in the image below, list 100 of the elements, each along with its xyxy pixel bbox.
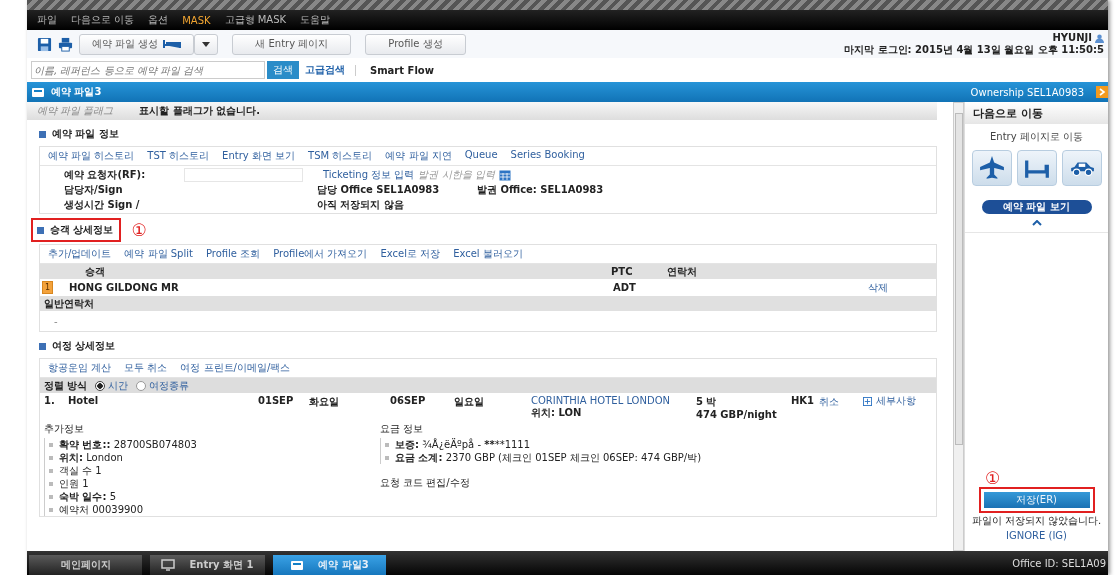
hotel-link[interactable]: CORINTHIA HOTEL LONDON <box>531 395 696 406</box>
column-header: 연락처 <box>667 264 698 279</box>
info-text: 객실 수 1 <box>59 463 102 478</box>
search-field[interactable]: 이름, 레퍼런스 등으로 예약 파일 검색 <box>31 61 265 79</box>
menu-item[interactable]: 파일 <box>37 13 57 27</box>
section-title: 승객 상세정보 <box>50 223 114 237</box>
user-name: HYUNJI <box>1052 32 1092 44</box>
info-text: 요금 소계: 2370 GBP (체크인 01SEP 체크인 06SEP: 474 GBP/박) <box>395 450 702 465</box>
office-id: Office ID: SEL1A09 <box>1012 557 1107 569</box>
radio-label[interactable]: 여정종류 <box>149 378 190 393</box>
hotel-location: 위치: LON <box>531 406 583 420</box>
hotel-button[interactable] <box>1016 150 1057 186</box>
view-file-button[interactable]: 예약 파일 보기 <box>981 200 1092 214</box>
ownership-label: Ownership SEL1A0983 <box>970 86 1084 98</box>
nightly-rate: 474 GBP/night <box>696 409 778 420</box>
menu-item[interactable]: 고급형 MASK <box>224 13 287 27</box>
info-text: 예약처 00039900 <box>59 502 144 517</box>
action-link[interactable]: 항공운임 계산 <box>48 361 112 375</box>
toolbar-button[interactable]: Profile 생성 <box>365 33 466 55</box>
action-link[interactable]: TSM 히스토리 <box>308 149 373 163</box>
menu-item[interactable]: 옵션 <box>148 13 169 27</box>
info-text: 위치: London <box>59 450 123 465</box>
search-button[interactable]: 검색 <box>267 61 299 79</box>
nights: 5 박 <box>696 395 718 409</box>
ticketing-link[interactable]: Ticketing 정보 입력 <box>323 167 415 182</box>
create-button[interactable]: 예약 파일 생성 <box>79 33 195 55</box>
bullet-icon <box>385 455 389 460</box>
action-link[interactable]: 여정 프린트/이메일/팩스 <box>180 361 291 375</box>
calendar-icon[interactable] <box>498 168 511 181</box>
action-link[interactable]: Queue <box>464 149 498 163</box>
action-link[interactable]: 예약 파일 히스토리 <box>48 149 135 163</box>
action-link[interactable]: Profile 조회 <box>205 247 261 261</box>
segment-number: 1. <box>44 395 56 408</box>
details-link[interactable]: 세부사항 <box>876 394 916 408</box>
cancel-link[interactable]: 취소 <box>819 395 863 420</box>
caret-icon <box>202 41 211 47</box>
chevron-up-icon[interactable] <box>1031 220 1042 226</box>
bullet-icon <box>385 442 389 447</box>
menu-item[interactable]: 다음으로 이동 <box>71 13 135 27</box>
check-out-day: 일요일 <box>454 395 531 420</box>
action-link[interactable]: 모두 취소 <box>124 361 168 375</box>
bullet-icon <box>49 468 53 473</box>
check-out-date: 06SEP <box>390 395 427 408</box>
bullet-icon <box>49 455 53 460</box>
panel-heading: 다음으로 이동 <box>965 102 1108 124</box>
action-link[interactable]: 예약 파일 지연 <box>385 149 452 163</box>
collapse-toggle[interactable] <box>37 226 44 234</box>
action-link[interactable]: 예약 파일 Split <box>124 247 193 261</box>
flight-button[interactable] <box>971 150 1012 186</box>
taskbar-tab[interactable]: 메인페이지 <box>29 555 142 575</box>
info-text: 숙박 일수: 5 <box>59 489 117 504</box>
radio-label[interactable]: 시간 <box>108 378 129 393</box>
info-text: 담당자/Sign <box>64 182 124 197</box>
bullet-icon <box>49 481 53 486</box>
action-link[interactable]: Series Booking <box>510 149 585 163</box>
table-cell-text: ADT <box>613 282 637 293</box>
search-link[interactable]: Smart Flow <box>355 64 434 76</box>
details-icon[interactable] <box>863 396 872 406</box>
search-link[interactable]: 고급검색 <box>305 63 345 77</box>
field-label: 예약 요청자(RF): <box>64 167 147 182</box>
action-link[interactable]: Profile에서 가져오기 <box>273 247 368 261</box>
flag-label: 예약 파일 플래그 <box>37 104 114 118</box>
sort-label: 정렬 방식 <box>44 378 88 393</box>
user-icon <box>1095 33 1104 43</box>
save-icon[interactable] <box>37 36 52 52</box>
radio-button[interactable] <box>136 380 147 391</box>
status-code: HK1 <box>791 395 816 408</box>
delete-link[interactable]: 삭제 <box>868 280 936 295</box>
scrollbar-thumb[interactable] <box>955 113 963 445</box>
column-header: PTC <box>611 266 634 277</box>
info-heading: 요금 정보 <box>380 422 425 436</box>
car-button[interactable] <box>1061 150 1102 186</box>
ignore-link[interactable]: IGNORE (IG) <box>1006 530 1067 541</box>
dropdown-button[interactable] <box>194 33 219 55</box>
file-icon <box>31 86 45 98</box>
section-title: 여정 상세정보 <box>52 339 116 353</box>
scrollbar[interactable] <box>953 102 964 551</box>
menu-item[interactable]: 도움말 <box>300 13 331 27</box>
contact-value: - <box>53 314 59 329</box>
toolbar-button[interactable]: 새 Entry 페이지 <box>232 33 352 55</box>
passenger-number: 1 <box>42 281 53 294</box>
action-link[interactable]: Excel 불러오기 <box>453 247 523 261</box>
bullet-icon <box>49 494 53 499</box>
annotation-number: ① <box>131 221 147 239</box>
collapse-toggle[interactable] <box>39 342 46 350</box>
menu-item[interactable]: MASK <box>182 14 211 26</box>
info-text: 확약 번호:: 28700SB074803 <box>59 437 197 452</box>
info-text: 담당 Office SEL1A0983 <box>317 182 441 197</box>
collapse-toggle[interactable] <box>39 130 46 138</box>
action-link[interactable]: TST 히스토리 <box>147 149 210 163</box>
action-link[interactable]: Excel로 저장 <box>380 247 441 261</box>
action-link[interactable]: 추가/업데이트 <box>48 247 112 261</box>
radio-button[interactable] <box>95 380 106 391</box>
file-title: 예약 파일3 <box>51 85 102 99</box>
info-text: 보증: ¾Å¿ëÄºpå - ****1111 <box>395 437 531 452</box>
requester-field[interactable] <box>184 167 303 182</box>
action-link[interactable]: Entry 화면 보기 <box>222 149 296 163</box>
print-icon[interactable] <box>58 36 73 52</box>
file-icon <box>290 559 305 571</box>
taskbar-tab[interactable]: Entry 화면 1 <box>150 555 265 575</box>
